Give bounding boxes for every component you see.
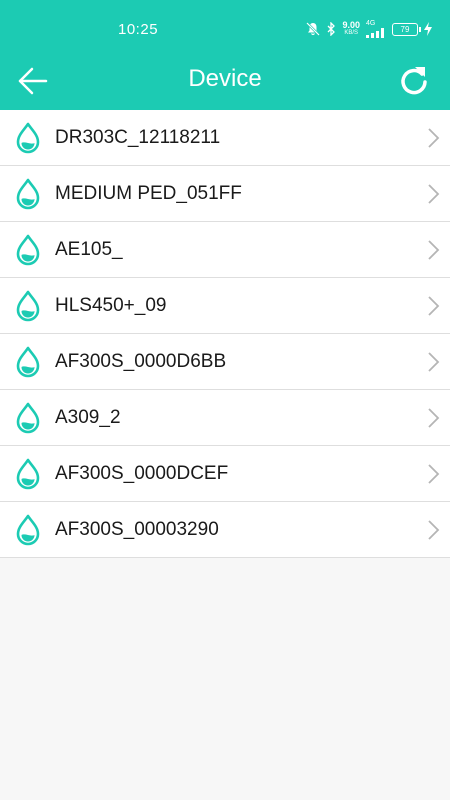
device-name: AF300S_0000D6BB	[55, 351, 227, 372]
water-drop-icon	[16, 514, 40, 546]
charging-icon	[424, 22, 432, 36]
app-header: 10:25 9.00 KB/S 4G 79 Device	[0, 0, 450, 110]
device-row[interactable]: AE105_	[0, 222, 450, 278]
network-speed-value: 9.00	[342, 20, 360, 30]
water-drop-icon	[16, 122, 40, 154]
device-name: A309_2	[55, 407, 121, 428]
mute-bell-icon	[306, 22, 321, 36]
device-row[interactable]: HLS450+_09	[0, 278, 450, 334]
water-drop-icon	[16, 234, 40, 266]
signal-bars-icon	[366, 28, 384, 38]
cellular-signal: 4G	[366, 20, 386, 38]
device-row[interactable]: AF300S_00003290	[0, 502, 450, 558]
device-name: AE105_	[55, 239, 123, 260]
chevron-right-icon	[428, 128, 440, 148]
water-drop-icon	[16, 346, 40, 378]
page-title: Device	[188, 65, 262, 92]
water-drop-icon	[16, 402, 40, 434]
chevron-right-icon	[428, 464, 440, 484]
device-name: MEDIUM PED_051FF	[55, 183, 242, 204]
navigation-bar: Device	[0, 50, 450, 110]
battery-indicator: 79	[392, 22, 421, 36]
refresh-button[interactable]	[398, 63, 430, 97]
chevron-right-icon	[428, 240, 440, 260]
device-row[interactable]: AF300S_0000DCEF	[0, 446, 450, 502]
water-drop-icon	[16, 458, 40, 490]
water-drop-icon	[16, 290, 40, 322]
chevron-right-icon	[428, 184, 440, 204]
status-icons: 9.00 KB/S 4G 79	[305, 19, 432, 39]
network-speed: 9.00 KB/S	[342, 21, 360, 37]
network-type: 4G	[366, 20, 376, 27]
chevron-right-icon	[428, 352, 440, 372]
status-time: 10:25	[118, 21, 159, 38]
device-name: DR303C_12118211	[55, 127, 221, 148]
device-row[interactable]: AF300S_0000D6BB	[0, 334, 450, 390]
device-row[interactable]: MEDIUM PED_051FF	[0, 166, 450, 222]
chevron-right-icon	[428, 520, 440, 540]
network-speed-unit: KB/S	[344, 30, 359, 36]
device-row[interactable]: A309_2	[0, 390, 450, 446]
battery-level: 79	[400, 24, 410, 34]
device-name: AF300S_00003290	[55, 519, 219, 540]
device-name: HLS450+_09	[55, 295, 167, 316]
bluetooth-icon	[328, 22, 336, 36]
chevron-right-icon	[428, 296, 440, 316]
water-drop-icon	[16, 178, 40, 210]
refresh-icon	[401, 67, 427, 95]
chevron-right-icon	[428, 408, 440, 428]
device-name: AF300S_0000DCEF	[55, 463, 229, 484]
device-list: DR303C_12118211 MEDIUM PED_051FF AE105_ HLS…	[0, 110, 450, 558]
device-row[interactable]: DR303C_12118211	[0, 110, 450, 166]
